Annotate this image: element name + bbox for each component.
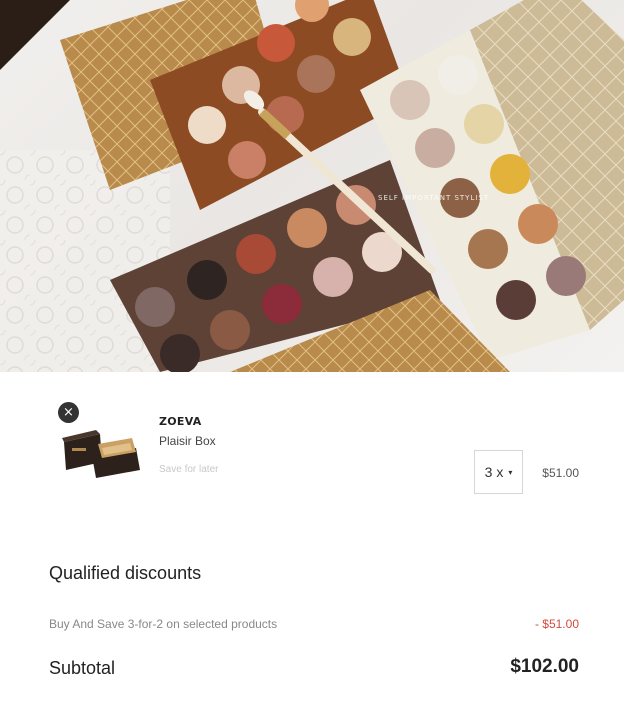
save-for-later-link[interactable]: Save for later: [159, 464, 218, 475]
discount-name: Buy And Save 3-for-2 on selected product…: [49, 617, 278, 631]
subtotal-value: $102.00: [510, 656, 579, 677]
product-brand: ZOEVA: [159, 415, 202, 428]
photo-watermark: SELF IMPORTANT STYLIST: [378, 194, 490, 202]
remove-item-button[interactable]: ×: [58, 402, 79, 423]
discounts-heading: Qualified discounts: [49, 563, 202, 583]
quantity-select[interactable]: 3 x ▾: [474, 450, 523, 494]
line-item-price: $51.00: [542, 466, 579, 480]
subtotal-label: Subtotal: [49, 658, 116, 678]
chevron-down-icon: ▾: [508, 467, 513, 477]
product-thumbnail: [62, 430, 140, 478]
product-hero-image: SELF IMPORTANT STYLIST: [0, 0, 624, 372]
close-icon: ×: [63, 405, 74, 420]
quantity-value: 3 x: [484, 464, 504, 480]
palettes-illustration: [0, 0, 624, 372]
product-name[interactable]: Plaisir Box: [159, 434, 216, 448]
discount-amount: - $51.00: [534, 617, 579, 631]
